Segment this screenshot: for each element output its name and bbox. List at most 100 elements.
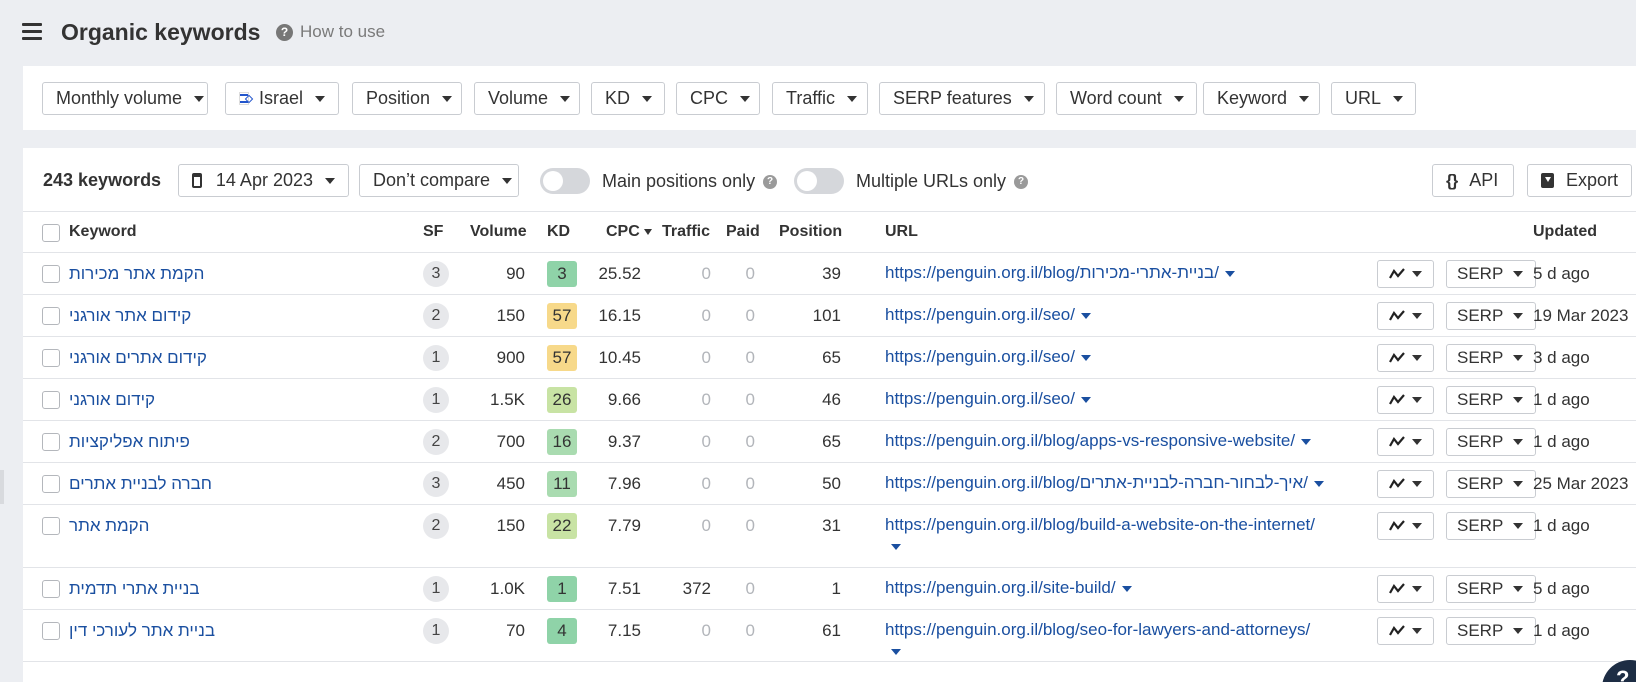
row-checkbox[interactable] [42,580,60,598]
serp-button[interactable]: SERP [1446,386,1536,414]
col-updated[interactable]: Updated [1533,223,1597,241]
trend-chart-button[interactable] [1377,302,1434,330]
filter-volume[interactable]: Volume [474,82,580,115]
col-volume[interactable]: Volume [470,223,527,241]
row-checkbox[interactable] [42,622,60,640]
col-traffic[interactable]: Traffic [662,223,710,241]
url-dropdown-icon[interactable] [1080,396,1091,403]
main-positions-toggle[interactable] [540,168,590,194]
keyword-link[interactable]: הקמת אתר [69,516,249,536]
serp-features-count[interactable]: 2 [423,429,449,455]
filter-traffic[interactable]: Traffic [772,82,868,115]
trend-chart-button[interactable] [1377,260,1434,288]
keyword-link[interactable]: פיתוח אפליקציות [69,432,249,452]
serp-button[interactable]: SERP [1446,428,1536,456]
keyword-link[interactable]: חברה לבניית אתרים [69,474,249,494]
menu-icon[interactable] [22,23,42,40]
row-checkbox[interactable] [42,517,60,535]
url-dropdown-icon[interactable] [891,543,901,550]
col-kd[interactable]: KD [547,223,570,241]
col-sf[interactable]: SF [423,223,443,241]
serp-features-count[interactable]: 2 [423,513,449,539]
date-picker[interactable]: 14 Apr 2023 [178,164,349,197]
row-checkbox[interactable] [42,433,60,451]
url-link[interactable]: https://penguin.org.il/seo/ [885,305,1075,324]
trend-chart-button[interactable] [1377,344,1434,372]
url-link[interactable]: https://penguin.org.il/blog/apps-vs-resp… [885,431,1295,450]
serp-button[interactable]: SERP [1446,617,1536,645]
url-link[interactable]: https://penguin.org.il/blog/בניית-אתרי-מ… [885,263,1219,282]
filter-position[interactable]: Position [352,82,462,115]
filter-serp-features[interactable]: SERP features [879,82,1045,115]
table-toolbar: 243 keywords 14 Apr 2023 Don’t compare M… [23,148,1636,212]
trend-chart-button[interactable] [1377,617,1434,645]
col-keyword[interactable]: Keyword [69,223,137,241]
url-dropdown-icon[interactable] [1301,438,1312,445]
filter-label: Traffic [786,88,836,108]
row-checkbox[interactable] [42,475,60,493]
keyword-link[interactable]: קידום אתרים אורגני [69,348,249,368]
serp-features-count[interactable]: 1 [423,618,449,644]
col-position[interactable]: Position [779,223,842,241]
serp-button[interactable]: SERP [1446,260,1536,288]
api-button[interactable]: {} API [1432,164,1514,197]
select-all-checkbox[interactable] [42,224,60,242]
serp-features-count[interactable]: 2 [423,303,449,329]
trend-chart-button[interactable] [1377,386,1434,414]
keyword-link[interactable]: קידום אורגני [69,390,249,410]
col-url[interactable]: URL [885,223,918,241]
paid-value: 0 [745,621,755,640]
serp-button[interactable]: SERP [1446,344,1536,372]
row-checkbox[interactable] [42,349,60,367]
col-cpc[interactable]: CPC [606,223,652,241]
trend-chart-button[interactable] [1377,470,1434,498]
trend-chart-button[interactable] [1377,575,1434,603]
url-dropdown-icon[interactable] [1080,354,1091,361]
url-dropdown-icon[interactable] [891,648,901,655]
side-tab[interactable] [0,470,4,504]
help-icon[interactable]: ? [1014,174,1029,189]
url-dropdown-icon[interactable] [1080,312,1091,319]
serp-button[interactable]: SERP [1446,512,1536,540]
row-checkbox[interactable] [42,391,60,409]
serp-button[interactable]: SERP [1446,302,1536,330]
compare-select[interactable]: Don’t compare [359,164,519,197]
filter-url[interactable]: URL [1331,82,1416,115]
how-to-use-link[interactable]: ? How to use [276,22,385,42]
url-dropdown-icon[interactable] [1121,585,1132,592]
serp-features-count[interactable]: 3 [423,471,449,497]
filter-country[interactable]: Israel [225,82,339,115]
keyword-link[interactable]: הקמת אתר מכירות [69,264,249,284]
url-link[interactable]: https://penguin.org.il/seo/ [885,389,1075,408]
keyword-link[interactable]: קידום אתר אורגני [69,306,249,326]
row-checkbox[interactable] [42,265,60,283]
export-button[interactable]: Export [1527,164,1632,197]
serp-button[interactable]: SERP [1446,575,1536,603]
url-dropdown-icon[interactable] [1313,480,1324,487]
col-paid[interactable]: Paid [726,223,760,241]
filter-kd[interactable]: KD [591,82,665,115]
keyword-link[interactable]: בניית אתר לעורכי דין [69,621,249,641]
url-link[interactable]: https://penguin.org.il/site-build/ [885,578,1116,597]
serp-features-count[interactable]: 1 [423,576,449,602]
filter-cpc[interactable]: CPC [676,82,760,115]
trend-chart-button[interactable] [1377,428,1434,456]
url-link[interactable]: https://penguin.org.il/seo/ [885,347,1075,366]
url-dropdown-icon[interactable] [1224,270,1235,277]
multiple-urls-toggle[interactable] [794,168,844,194]
serp-features-count[interactable]: 1 [423,387,449,413]
filter-monthly-volume[interactable]: Monthly volume [42,82,208,115]
filter-keyword[interactable]: Keyword [1203,82,1320,115]
url-link[interactable]: https://penguin.org.il/blog/איך-לבחור-חב… [885,473,1308,492]
url-link[interactable]: https://penguin.org.il/blog/build-a-webs… [885,515,1315,534]
trend-chart-button[interactable] [1377,512,1434,540]
url-link[interactable]: https://penguin.org.il/blog/seo-for-lawy… [885,620,1310,639]
serp-button[interactable]: SERP [1446,470,1536,498]
serp-features-count[interactable]: 1 [423,345,449,371]
serp-features-count[interactable]: 3 [423,261,449,287]
chevron-down-icon [1513,586,1524,592]
help-icon[interactable]: ? [763,174,778,189]
filter-word-count[interactable]: Word count [1056,82,1197,115]
keyword-link[interactable]: בניית אתרי תדמית [69,579,249,599]
row-checkbox[interactable] [42,307,60,325]
